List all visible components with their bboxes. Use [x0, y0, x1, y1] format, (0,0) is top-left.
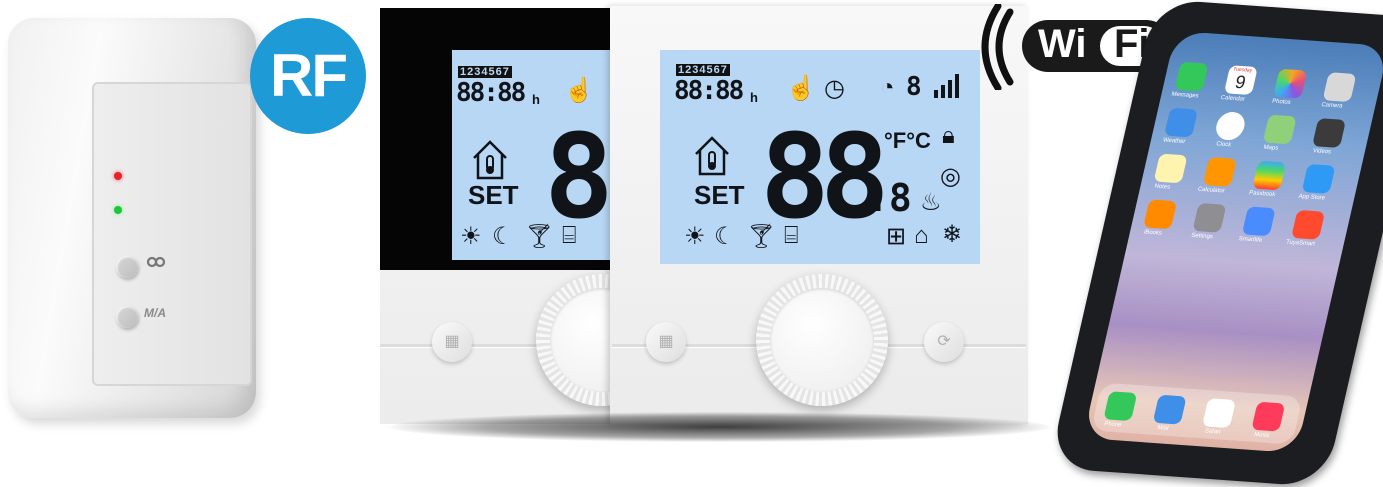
hand-icon: ☝ [786, 75, 816, 102]
menu-button-front: ▦ [646, 322, 686, 362]
flame-icon: ♨ [920, 189, 942, 216]
mail-icon [1152, 394, 1187, 425]
calendar-icon: Tuesday 9 [1223, 65, 1258, 96]
thermostat-shadow [390, 412, 1050, 442]
app-label: Maps [1262, 144, 1279, 152]
clock-display: 88:88 [674, 76, 744, 106]
calculator-icon [1202, 156, 1237, 187]
clock-icon [1213, 111, 1248, 141]
dock-label: Music [1253, 431, 1271, 439]
pair-button [116, 256, 138, 278]
settings-icon [1192, 202, 1227, 233]
phone-icon [1103, 391, 1138, 422]
app-label: Messages [1170, 91, 1200, 100]
app-label: Passbook [1248, 190, 1276, 199]
phone-dock: Phone Mail Safari Music [1090, 382, 1303, 445]
smartphone: Messages Tuesday 9 Calendar Photos Camer… [1048, 0, 1383, 487]
timer-icon: ◔ [880, 74, 895, 101]
app-label: Notes [1153, 183, 1171, 191]
app-label: App Store [1297, 193, 1326, 202]
moon-icon: ☾ [492, 223, 514, 250]
app-label: TuyaSmart [1285, 239, 1316, 248]
green-led-indicator [114, 206, 122, 214]
window-icon: ⊞ [886, 223, 907, 250]
app-label: Calendar [1220, 95, 1246, 103]
lcd-back: 1234567 88:88 h ☝ SET 8 ☀ ☾ 🍸︎ ⌸ [452, 50, 616, 260]
ibooks-icon [1143, 199, 1178, 230]
temperature-unit: °F°C [884, 128, 931, 153]
suitcase-icon: ⌸ [784, 222, 799, 249]
menu-button-back: ▦ [432, 322, 472, 362]
red-led-indicator [114, 172, 122, 180]
alarm-icon: ◎ [940, 163, 961, 190]
temperature-digits: 8 [544, 110, 614, 245]
notes-icon [1153, 153, 1188, 184]
app-label: Clock [1215, 141, 1232, 149]
dock-label: Mail [1156, 425, 1169, 432]
dial-front [756, 274, 888, 406]
temperature-digits: 88 [760, 110, 890, 245]
app-label: Smartlife [1237, 236, 1263, 244]
suitcase-icon: ⌸ [562, 222, 577, 249]
app-store-icon [1301, 163, 1336, 194]
hour-suffix: h [532, 92, 540, 107]
dock-label: Phone [1103, 421, 1122, 429]
receiver-front-panel [92, 82, 252, 386]
lock-icon: 🔒︎ [942, 122, 955, 149]
camera-icon [1322, 72, 1357, 103]
messages-icon [1174, 61, 1209, 92]
stopwatch-icon: ◷ [824, 75, 845, 102]
app-label: Videos [1312, 148, 1332, 156]
manual-auto-button [116, 306, 138, 328]
dock-label: Safari [1204, 428, 1221, 436]
safari-icon [1201, 398, 1236, 429]
maps-icon [1262, 114, 1297, 145]
hand-icon: ☝ [564, 77, 594, 104]
music-icon [1251, 401, 1286, 432]
manual-auto-label: M/A [144, 306, 166, 320]
day-indicators: 1234567 [458, 66, 512, 78]
sun-icon: ☀ [684, 223, 706, 250]
clock-display: 88:88 [456, 78, 526, 108]
app-label: iBooks [1143, 229, 1163, 237]
house-thermometer-icon [695, 136, 729, 176]
wifi-wi-text: Wi [1038, 22, 1087, 66]
temperature-decimal: .8 [866, 176, 912, 220]
weather-icon [1164, 107, 1199, 138]
house-thermometer-icon [473, 140, 507, 180]
app-label: Camera [1320, 102, 1344, 110]
frost-shield-icon: ❄ [942, 221, 963, 248]
link-icon [146, 256, 166, 268]
lcd-front: 1234567 88:88 h ☝ ◷ ◔ 8 SET 88 .8 °F°C 🔒… [660, 50, 980, 264]
cocktail-icon: 🍸︎ [746, 223, 777, 250]
day-indicators: 1234567 [676, 64, 730, 76]
hour-suffix: h [750, 90, 758, 105]
home-icon: ⌂ [914, 222, 929, 249]
videos-icon [1312, 118, 1347, 148]
photos-icon [1273, 68, 1308, 99]
power-button-front: ⟳ [924, 322, 964, 362]
timer-digit: 8 [906, 72, 922, 102]
moon-icon: ☾ [714, 223, 736, 250]
tuyasmart-icon [1291, 209, 1326, 240]
app-label: Weather [1162, 137, 1186, 146]
set-label: SET [468, 180, 519, 210]
cocktail-icon: 🍸︎ [524, 223, 555, 250]
app-label: Settings [1190, 232, 1214, 241]
app-label: Photos [1271, 98, 1292, 106]
rf-badge: RF [250, 18, 366, 134]
app-label: Calculator [1197, 186, 1226, 195]
signal-icon [934, 74, 959, 98]
smartlife-icon [1241, 206, 1276, 237]
sun-icon: ☀ [460, 223, 482, 250]
passbook-icon [1252, 160, 1287, 191]
set-label: SET [694, 180, 745, 210]
calendar-date: 9 [1233, 71, 1248, 93]
